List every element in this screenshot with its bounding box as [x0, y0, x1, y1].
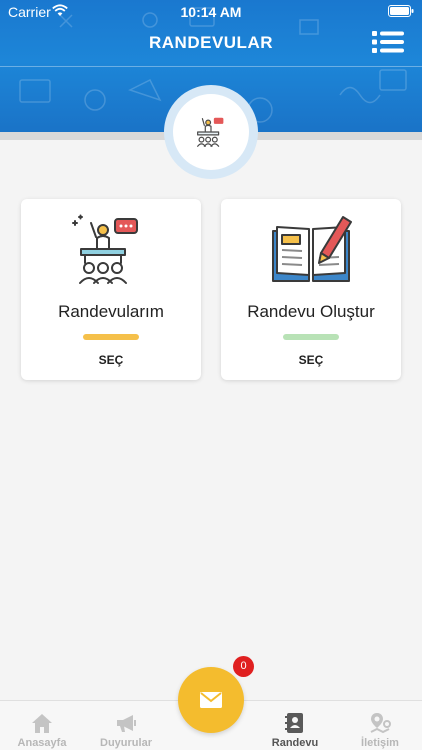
status-bar: Carrier 10:14 AM	[0, 0, 422, 24]
card-accent-bar	[283, 334, 339, 340]
envelope-icon	[200, 692, 222, 708]
tab-home[interactable]: Anasayfa	[0, 701, 84, 750]
tab-label: Duyurular	[100, 737, 152, 749]
presenter-icon	[197, 117, 224, 147]
tab-announcements[interactable]: Duyurular	[84, 701, 168, 750]
tab-label: İletişim	[361, 737, 399, 749]
page-title: RANDEVULAR	[149, 33, 273, 52]
map-pin-icon	[370, 713, 391, 734]
select-button[interactable]: SEÇ	[221, 353, 401, 367]
select-button[interactable]: SEÇ	[21, 353, 201, 367]
tab-appointment[interactable]: Randevu	[253, 701, 337, 750]
card-accent-bar	[83, 334, 139, 340]
notebook-pencil-icon	[272, 216, 352, 282]
tab-label: Randevu	[271, 737, 319, 749]
menu-list-icon[interactable]	[372, 30, 404, 54]
status-time: 10:14 AM	[180, 4, 242, 20]
presenter-icon	[72, 214, 138, 284]
card-my-appointments[interactable]: Randevularım SEÇ	[21, 199, 201, 380]
megaphone-icon	[117, 715, 136, 732]
contact-book-icon	[285, 713, 303, 733]
tab-label: Anasayfa	[17, 737, 67, 749]
card-title: Randevu Oluştur	[247, 302, 375, 321]
card-title: Randevularım	[58, 302, 164, 321]
battery-icon	[388, 5, 414, 17]
tab-contact[interactable]: İletişim	[338, 701, 422, 750]
home-icon	[32, 714, 52, 733]
messages-fab[interactable]	[178, 667, 244, 733]
card-create-appointment[interactable]: Randevu Oluştur SEÇ	[221, 199, 401, 380]
header-divider	[0, 66, 422, 67]
section-badge	[164, 85, 258, 179]
messages-count-badge: 0	[233, 656, 254, 677]
